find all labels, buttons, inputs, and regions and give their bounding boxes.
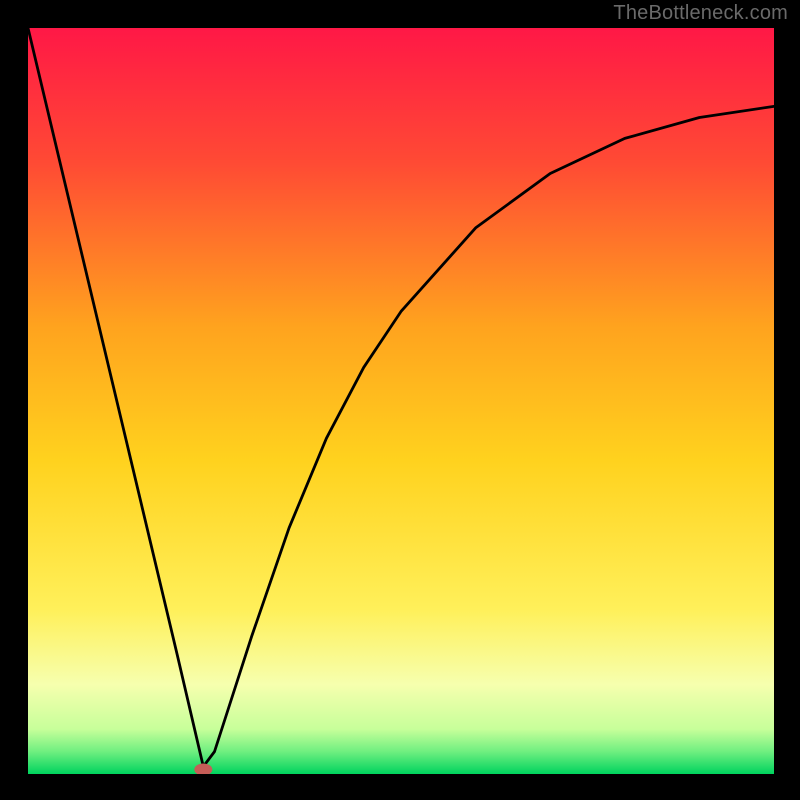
gradient-background [28, 28, 774, 774]
chart-frame: TheBottleneck.com [0, 0, 800, 800]
chart-svg [28, 28, 774, 774]
watermark-text: TheBottleneck.com [613, 2, 788, 25]
plot-area [28, 28, 774, 774]
